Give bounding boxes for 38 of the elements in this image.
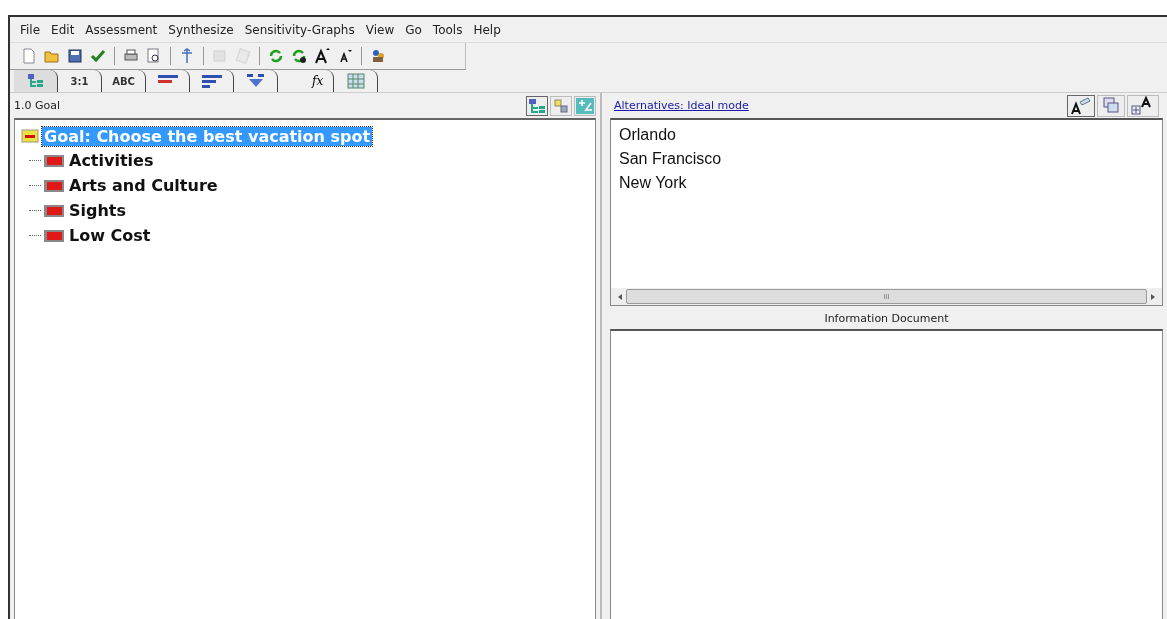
menu-item[interactable]: Sensitivity-Graphs [244,23,355,37]
grid-icon [346,73,365,89]
save-icon[interactable] [66,47,84,65]
recycle-icon[interactable] [290,47,308,65]
menu-item[interactable]: File [20,23,41,37]
checkmark-icon[interactable] [89,47,107,65]
node-marker-icon [44,153,64,168]
font-pen-icon[interactable] [1067,94,1095,117]
section-title: Information Document [823,311,950,327]
menu-item[interactable]: Assessment [85,23,158,37]
node-marker-icon [44,178,64,193]
menu-item[interactable]: Go [405,23,422,37]
menu-item[interactable]: View [365,23,395,37]
refresh-icon[interactable] [267,47,285,65]
tree-node[interactable]: Activities [67,151,156,170]
boxes-icon[interactable] [550,95,572,116]
funnel-icon [245,73,266,89]
tree-node[interactable]: Arts and Culture [67,176,220,195]
bar-chart-icon [200,74,223,88]
tree-layout-icon[interactable] [526,95,548,116]
collapse-icon[interactable] [21,129,39,143]
add-font-icon[interactable] [1127,94,1159,117]
menu-item[interactable]: Tools [432,23,463,37]
tree-view-tab[interactable] [14,70,58,92]
node-marker-icon [44,203,64,218]
tree-icon [26,73,45,89]
menu-item[interactable]: Synthesize [168,23,234,37]
font-larger-icon[interactable] [313,47,331,65]
alternatives-link[interactable]: Alternatives: Ideal mode [614,99,749,112]
panel-title: 1.0 Goal [14,99,61,112]
tree-node[interactable]: Low Cost [67,226,153,245]
alternative-item[interactable]: Orlando [619,126,1154,150]
menu-item[interactable]: Edit [51,23,75,37]
alternative-item[interactable]: San Francisco [619,150,1154,174]
node-marker-icon [44,228,64,243]
menu-item[interactable]: Help [473,23,501,37]
alternative-item[interactable]: New York [619,174,1154,198]
tree-node[interactable]: Sights [67,201,129,220]
